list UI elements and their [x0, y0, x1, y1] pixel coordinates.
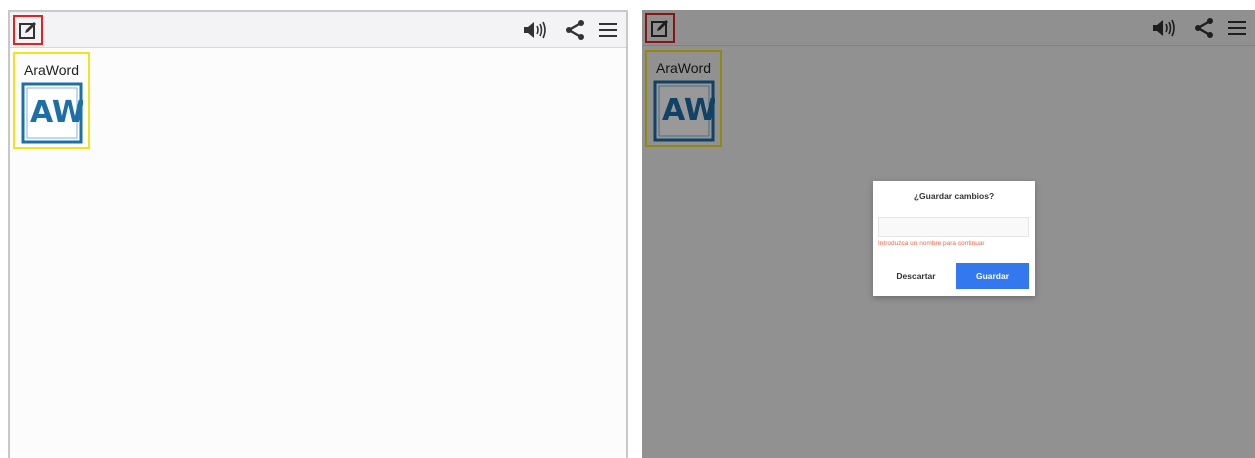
menu-icon[interactable] — [598, 21, 618, 39]
save-button[interactable]: Guardar — [956, 263, 1029, 289]
name-input[interactable] — [878, 217, 1029, 237]
volume-icon[interactable] — [522, 20, 552, 40]
save-changes-dialog: ¿Guardar cambios? Introduzca un nombre p… — [873, 181, 1035, 296]
error-message: Introduzca un nombre para continuar — [878, 240, 985, 247]
tile-label: AraWord — [24, 62, 79, 78]
screen-right: AraWord AW ¿Guardar cambios? Introduzca … — [642, 10, 1255, 458]
logo-letter-a: AW — [30, 95, 83, 130]
araword-tile[interactable]: AraWord AW — [13, 52, 90, 149]
discard-button[interactable]: Descartar — [878, 263, 954, 289]
screen-left: AraWord AW — [8, 10, 628, 458]
dialog-title: ¿Guardar cambios? — [913, 191, 995, 201]
edit-icon — [18, 20, 38, 40]
araword-logo-icon: AW — [21, 82, 83, 144]
edit-button[interactable] — [13, 15, 43, 45]
share-icon[interactable] — [564, 19, 586, 41]
toolbar — [10, 12, 626, 48]
